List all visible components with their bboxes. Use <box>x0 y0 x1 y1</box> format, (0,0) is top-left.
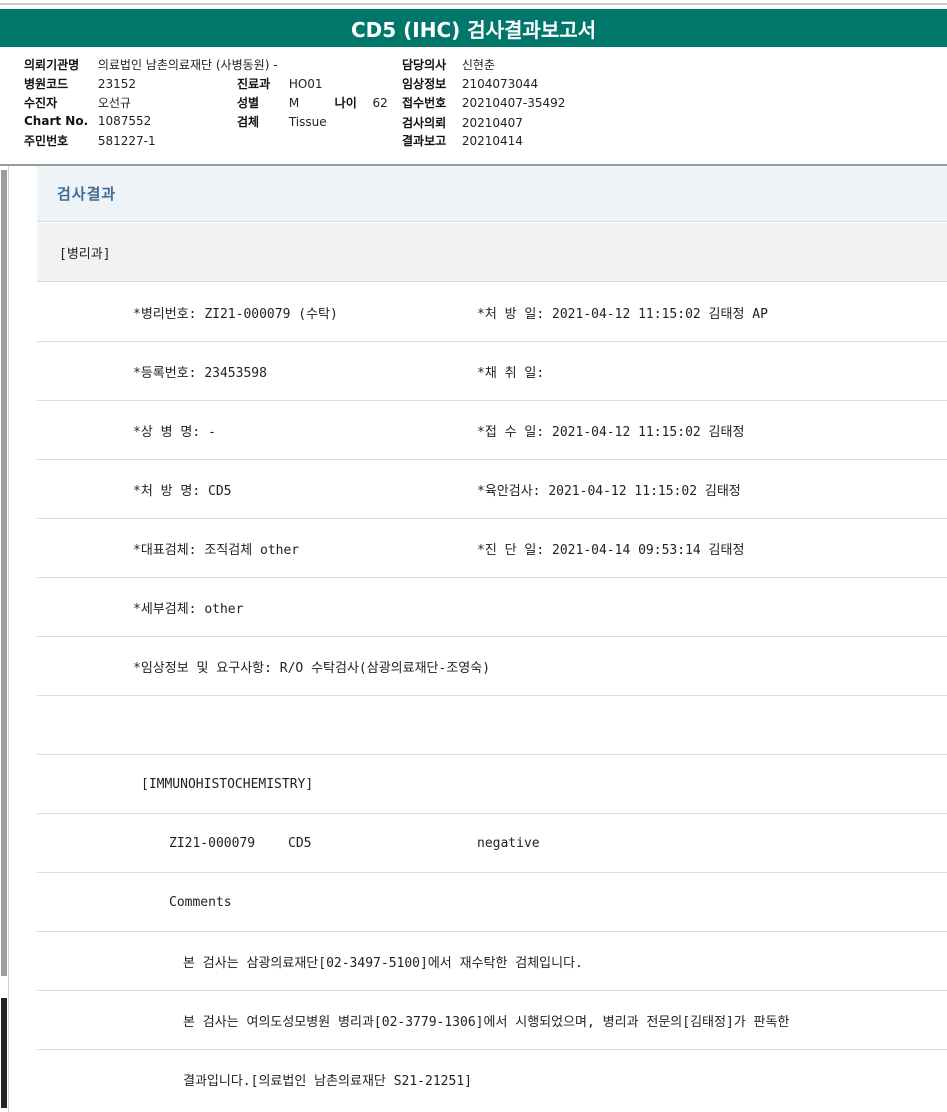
result-row: 본 검사는 여의도성모병원 병리과[02-3779-1306]에서 시행되었으며… <box>37 991 947 1050</box>
report-title: CD5 (IHC) 검사결과보고서 <box>0 9 947 47</box>
scrollbar-lower-track <box>1 998 7 1108</box>
specimen-field: 검체 Tissue <box>237 113 327 130</box>
doctor-label: 담당의사 <box>402 58 447 72</box>
clinical-label: 임상정보 <box>402 77 447 91</box>
chart-no-label: Chart No. <box>24 114 89 128</box>
clinical-field: 임상정보 2104073044 <box>402 75 538 92</box>
result-row: *대표검체: 조직검체 other *진 단 일: 2021-04-14 09:… <box>37 519 947 578</box>
result-section-title: 검사결과 <box>37 166 947 222</box>
main-specimen: *대표검체: 조직검체 other <box>133 542 300 558</box>
request-value: 20210407 <box>461 116 523 130</box>
sex-label: 성별 <box>237 96 260 110</box>
doctor-field: 담당의사 신현춘 <box>402 56 495 73</box>
resident-no-label: 주민번호 <box>24 134 69 148</box>
gross-exam-date: *육안검사: 2021-04-12 11:15:02 김태정 <box>477 483 741 499</box>
result-row: *처 방 명: CD5 *육안검사: 2021-04-12 11:15:02 김… <box>37 460 947 519</box>
age-value: 62 <box>372 96 388 110</box>
diagnosis-date: *진 단 일: 2021-04-14 09:53:14 김태정 <box>477 542 745 558</box>
registration-no: *등록번호: 23453598 <box>133 365 267 381</box>
specimen-label: 검체 <box>237 115 260 129</box>
result-row: *병리번호: ZI21-000079 (수탁) *처 방 일: 2021-04-… <box>37 283 947 342</box>
dept-value: HO01 <box>288 77 323 91</box>
result-row: [IMMUNOHISTOCHEMISTRY] <box>37 755 947 814</box>
receipt-label: 접수번호 <box>402 96 447 110</box>
request-field: 검사의뢰 20210407 <box>402 114 523 131</box>
result-row: ZI21-000079 CD5 negative <box>37 814 947 873</box>
order-date: *처 방 일: 2021-04-12 11:15:02 김태정 AP <box>477 306 768 322</box>
dept-field: 진료과 HO01 <box>237 75 323 92</box>
department-label: [병리과] <box>37 223 947 282</box>
top-divider <box>0 3 947 5</box>
comment-line: 본 검사는 여의도성모병원 병리과[02-3779-1306]에서 시행되었으며… <box>183 1014 790 1030</box>
receipt-value: 20210407-35492 <box>461 96 566 110</box>
comment-line: 본 검사는 삼광의료재단[02-3497-5100]에서 재수탁한 검체입니다. <box>183 955 583 971</box>
result-row: *상 병 명: - *접 수 일: 2021-04-12 11:15:02 김태… <box>37 401 947 460</box>
clinical-request: *임상정보 및 요구사항: R/O 수탁검사(삼광의료재단-조영숙) <box>133 660 491 676</box>
request-label: 검사의뢰 <box>402 116 447 130</box>
comments-heading: Comments <box>169 894 232 910</box>
hospital-code-label: 병원코드 <box>24 77 69 91</box>
collector-field: 수진자 오선규 <box>24 94 131 111</box>
pathology-no: *병리번호: ZI21-000079 (수탁) <box>133 306 338 322</box>
ihc-case-no: ZI21-000079 <box>169 835 256 851</box>
scrollbar[interactable] <box>0 166 9 1112</box>
ihc-marker: CD5 <box>288 835 312 851</box>
doctor-value: 신현춘 <box>461 58 495 72</box>
collector-label: 수진자 <box>24 96 58 110</box>
ihc-heading: [IMMUNOHISTOCHEMISTRY] <box>141 776 314 792</box>
institution-field: 의뢰기관명 의료법인 남촌의료재단 (사병동원) - <box>24 56 278 73</box>
diagnosis-name: *상 병 명: - <box>133 424 216 440</box>
patient-info: 의뢰기관명 의료법인 남촌의료재단 (사병동원) - 병원코드 23152 수진… <box>0 52 947 162</box>
institution-value: 의료법인 남촌의료재단 (사병동원) - <box>97 58 278 72</box>
age-label: 나이 <box>334 96 357 110</box>
receipt-date: *접 수 일: 2021-04-12 11:15:02 김태정 <box>477 424 745 440</box>
chart-no-field: Chart No. 1087552 <box>24 114 151 128</box>
hospital-code-field: 병원코드 23152 <box>24 75 136 92</box>
institution-label: 의뢰기관명 <box>24 58 80 72</box>
specimen-value: Tissue <box>288 115 327 129</box>
report-date-field: 결과보고 20210414 <box>402 132 523 149</box>
report-date-value: 20210414 <box>461 134 523 148</box>
scrollbar-thumb[interactable] <box>1 170 7 976</box>
chart-no-value: 1087552 <box>97 114 152 128</box>
receipt-field: 접수번호 20210407-35492 <box>402 94 565 111</box>
dept-label: 진료과 <box>237 77 271 91</box>
result-row: 결과입니다.[의료법인 남촌의료재단 S21-21251] <box>37 1050 947 1109</box>
sex-value: M <box>288 96 300 110</box>
resident-no-value: 581227-1 <box>97 134 156 148</box>
order-name: *처 방 명: CD5 <box>133 483 232 499</box>
result-row: *세부검체: other <box>37 578 947 637</box>
result-row <box>37 696 947 755</box>
sex-field: 성별 M 나이 62 <box>237 94 388 111</box>
ihc-result: negative <box>477 835 540 851</box>
gutter <box>9 166 37 1112</box>
result-row: Comments <box>37 873 947 932</box>
clinical-value: 2104073044 <box>461 77 539 91</box>
resident-no-field: 주민번호 581227-1 <box>24 132 156 149</box>
collector-value: 오선규 <box>97 96 131 110</box>
result-row: *임상정보 및 요구사항: R/O 수탁검사(삼광의료재단-조영숙) <box>37 637 947 696</box>
collection-date: *채 취 일: <box>477 365 545 381</box>
result-row: 본 검사는 삼광의료재단[02-3497-5100]에서 재수탁한 검체입니다. <box>37 932 947 991</box>
sub-specimen: *세부검체: other <box>133 601 244 617</box>
result-row: *등록번호: 23453598 *채 취 일: <box>37 342 947 401</box>
hospital-code-value: 23152 <box>97 77 137 91</box>
report-date-label: 결과보고 <box>402 134 447 148</box>
comment-line: 결과입니다.[의료법인 남촌의료재단 S21-21251] <box>183 1073 472 1089</box>
